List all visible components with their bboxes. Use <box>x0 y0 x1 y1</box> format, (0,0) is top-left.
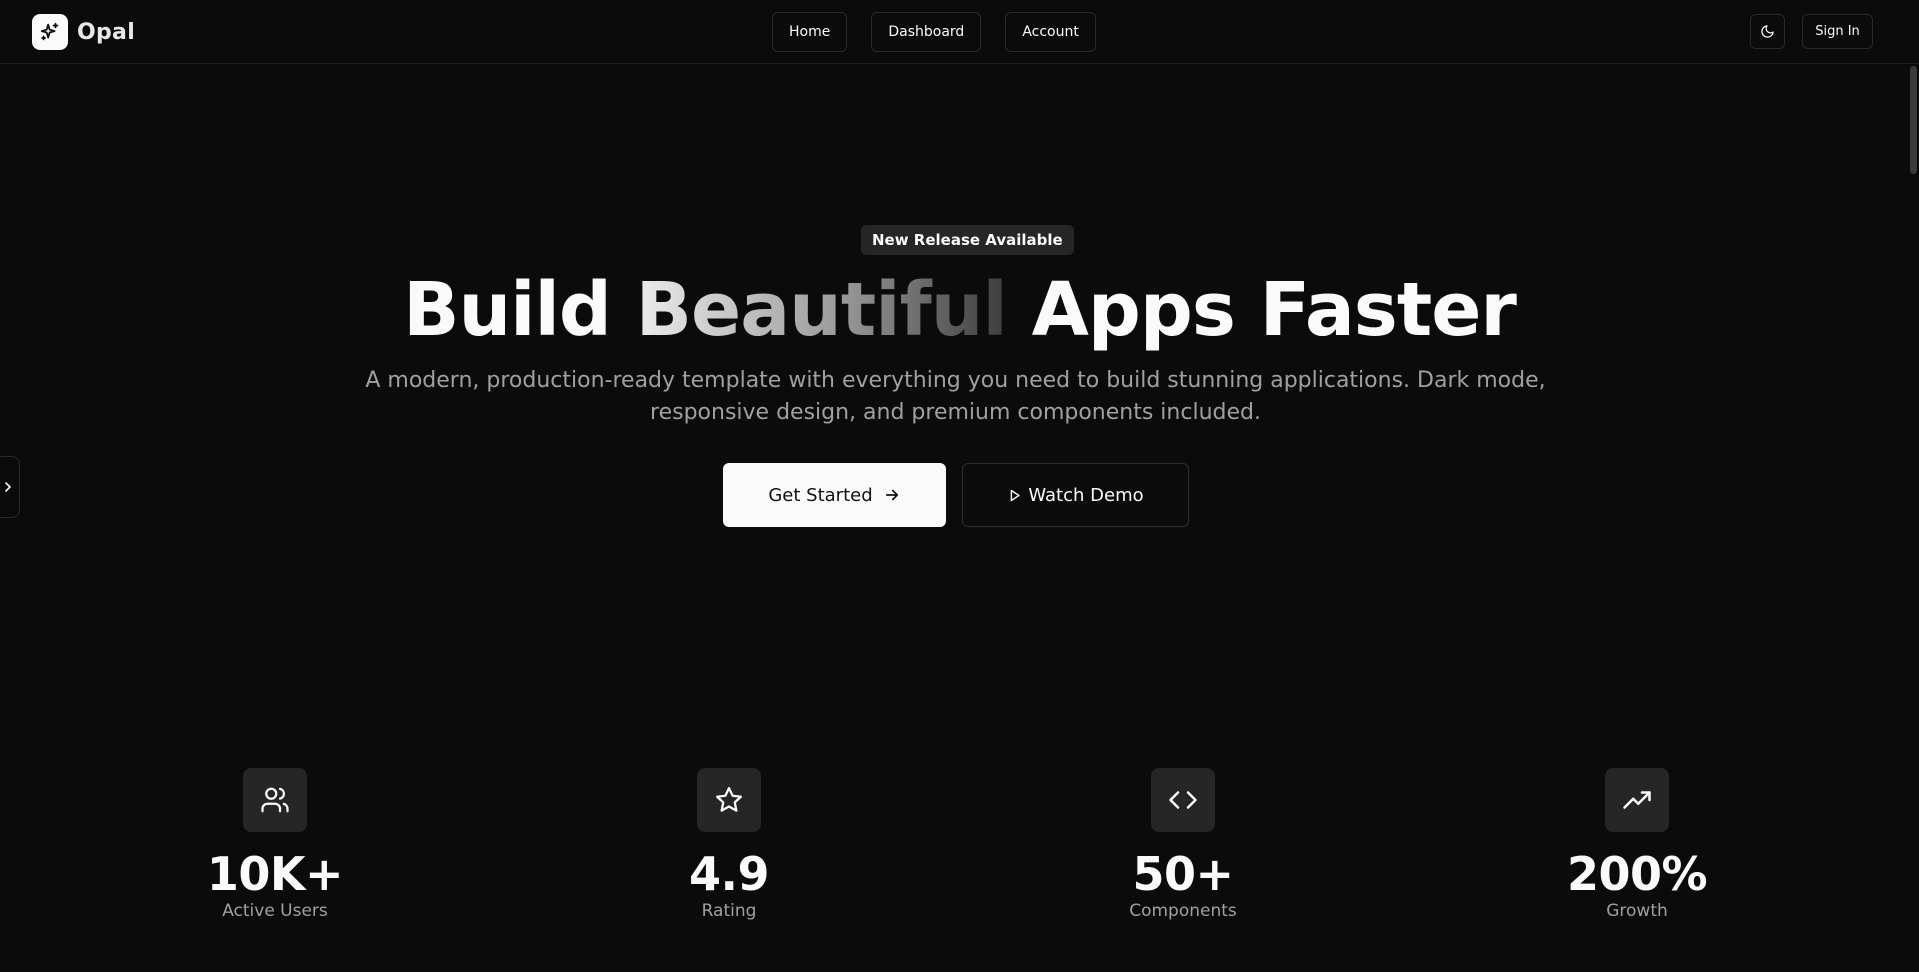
hero-title-end: Apps Faster <box>1006 267 1517 353</box>
theme-toggle-button[interactable] <box>1750 14 1785 49</box>
stat-label: Active Users <box>222 901 328 921</box>
hero-title: Build Beautiful Apps Faster <box>0 265 1919 355</box>
sidebar-toggle-button[interactable] <box>0 456 20 518</box>
stat-label: Components <box>1129 901 1237 921</box>
nav-dashboard[interactable]: Dashboard <box>871 12 982 52</box>
play-icon <box>1011 489 1020 501</box>
star-icon <box>697 768 761 832</box>
nav-account[interactable]: Account <box>1005 12 1096 52</box>
get-started-label: Get Started <box>768 484 873 506</box>
stat-value: 4.9 <box>689 847 770 901</box>
stat-label: Rating <box>701 901 757 921</box>
arrow-right-icon <box>885 489 898 501</box>
chevron-right-icon <box>5 482 11 492</box>
nav-home[interactable]: Home <box>772 12 848 52</box>
page-scrollbar[interactable] <box>1907 64 1919 972</box>
moon-icon <box>1761 25 1774 38</box>
hero-subtitle: A modern, production-ready template with… <box>365 368 1546 425</box>
stat-value: 200% <box>1566 847 1708 901</box>
hero-title-start: Build <box>403 267 636 353</box>
watch-demo-label: Watch Demo <box>1028 484 1144 506</box>
main-nav: Home Dashboard Account <box>772 12 1120 52</box>
sign-in-button[interactable]: Sign In <box>1802 14 1873 49</box>
brand-logo[interactable]: Opal <box>32 14 135 50</box>
get-started-button[interactable]: Get Started <box>723 463 946 527</box>
stat-value: 50+ <box>1132 847 1234 901</box>
stat-growth: 200% Growth <box>1537 768 1737 922</box>
code-icon <box>1151 768 1215 832</box>
stat-value: 10K+ <box>206 847 344 901</box>
sparkles-icon <box>32 14 68 50</box>
stat-active-users: 10K+ Active Users <box>175 768 375 922</box>
scrollbar-thumb[interactable] <box>1910 66 1917 174</box>
stat-rating: 4.9 Rating <box>629 768 829 922</box>
brand-name: Opal <box>77 19 136 45</box>
users-icon <box>243 768 307 832</box>
stat-label: Growth <box>1606 901 1668 921</box>
stat-components: 50+ Components <box>1083 768 1283 922</box>
trending-up-icon <box>1605 768 1669 832</box>
watch-demo-button[interactable]: Watch Demo <box>962 463 1189 527</box>
hero-title-highlight: Beautiful <box>635 267 1008 353</box>
top-navbar: Opal Home Dashboard Account Sign In <box>0 0 1919 64</box>
release-badge: New Release Available <box>861 225 1074 255</box>
